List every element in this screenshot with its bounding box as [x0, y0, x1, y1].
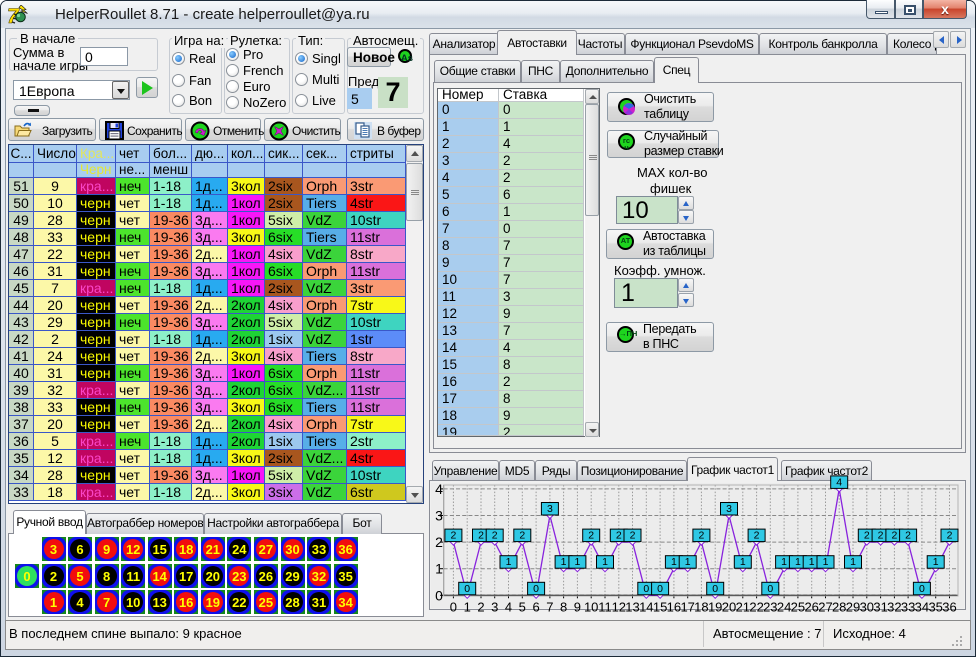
- svg-text:2: 2: [905, 530, 911, 542]
- svg-text:0: 0: [919, 583, 925, 595]
- svg-text:0: 0: [533, 583, 539, 595]
- svg-text:16: 16: [667, 599, 681, 614]
- svg-text:1: 1: [435, 561, 443, 577]
- svg-text:2: 2: [588, 530, 594, 542]
- svg-text:4: 4: [435, 481, 443, 497]
- svg-text:12: 12: [612, 599, 626, 614]
- svg-text:11: 11: [598, 599, 612, 614]
- svg-text:0: 0: [657, 583, 663, 595]
- svg-text:1: 1: [850, 556, 856, 568]
- svg-text:3: 3: [547, 503, 553, 515]
- svg-text:18: 18: [694, 599, 708, 614]
- svg-text:2: 2: [492, 530, 498, 542]
- svg-text:9: 9: [574, 599, 581, 614]
- svg-text:1: 1: [685, 556, 691, 568]
- svg-text:1: 1: [506, 556, 512, 568]
- svg-text:29: 29: [846, 599, 860, 614]
- svg-text:2: 2: [478, 530, 484, 542]
- svg-text:19: 19: [708, 599, 722, 614]
- svg-text:2: 2: [450, 530, 456, 542]
- svg-text:4: 4: [505, 599, 512, 614]
- svg-text:32: 32: [887, 599, 901, 614]
- svg-text:24: 24: [777, 599, 791, 614]
- svg-text:17: 17: [680, 599, 694, 614]
- svg-text:2: 2: [891, 530, 897, 542]
- svg-text:10: 10: [584, 599, 598, 614]
- svg-text:21: 21: [736, 599, 750, 614]
- svg-text:2: 2: [616, 530, 622, 542]
- svg-text:1: 1: [464, 599, 471, 614]
- svg-text:2: 2: [477, 599, 484, 614]
- svg-text:2: 2: [754, 530, 760, 542]
- svg-text:30: 30: [860, 599, 874, 614]
- svg-text:25: 25: [791, 599, 805, 614]
- svg-text:0: 0: [643, 583, 649, 595]
- svg-text:0: 0: [767, 583, 773, 595]
- svg-text:22: 22: [749, 599, 763, 614]
- svg-text:0: 0: [435, 587, 443, 603]
- svg-text:1: 1: [809, 556, 815, 568]
- svg-text:28: 28: [832, 599, 846, 614]
- svg-text:7: 7: [546, 599, 553, 614]
- svg-text:2: 2: [698, 530, 704, 542]
- svg-text:1: 1: [823, 556, 829, 568]
- svg-text:1: 1: [933, 556, 939, 568]
- svg-text:1: 1: [561, 556, 567, 568]
- svg-text:13: 13: [625, 599, 639, 614]
- svg-text:15: 15: [653, 599, 667, 614]
- svg-text:35: 35: [928, 599, 942, 614]
- svg-text:26: 26: [804, 599, 818, 614]
- svg-text:1: 1: [740, 556, 746, 568]
- svg-text:27: 27: [818, 599, 832, 614]
- svg-text:14: 14: [639, 599, 653, 614]
- svg-text:3: 3: [491, 599, 498, 614]
- svg-text:1: 1: [671, 556, 677, 568]
- svg-text:2: 2: [947, 530, 953, 542]
- svg-text:2: 2: [864, 530, 870, 542]
- svg-text:36: 36: [942, 599, 956, 614]
- svg-text:3: 3: [726, 503, 732, 515]
- svg-text:33: 33: [901, 599, 915, 614]
- svg-text:2: 2: [630, 530, 636, 542]
- svg-text:23: 23: [763, 599, 777, 614]
- svg-text:1: 1: [795, 556, 801, 568]
- svg-text:6: 6: [532, 599, 539, 614]
- svg-text:3: 3: [435, 508, 443, 524]
- svg-text:0: 0: [464, 583, 470, 595]
- svg-text:1: 1: [781, 556, 787, 568]
- svg-text:1: 1: [574, 556, 580, 568]
- svg-text:31: 31: [873, 599, 887, 614]
- svg-text:2: 2: [878, 530, 884, 542]
- svg-text:5: 5: [519, 599, 526, 614]
- svg-text:2: 2: [519, 530, 525, 542]
- svg-text:0: 0: [450, 599, 457, 614]
- svg-text:34: 34: [915, 599, 929, 614]
- svg-text:4: 4: [836, 476, 842, 488]
- svg-text:1: 1: [602, 556, 608, 568]
- svg-text:2: 2: [435, 534, 443, 550]
- svg-text:8: 8: [560, 599, 567, 614]
- svg-text:20: 20: [722, 599, 736, 614]
- svg-text:0: 0: [712, 583, 718, 595]
